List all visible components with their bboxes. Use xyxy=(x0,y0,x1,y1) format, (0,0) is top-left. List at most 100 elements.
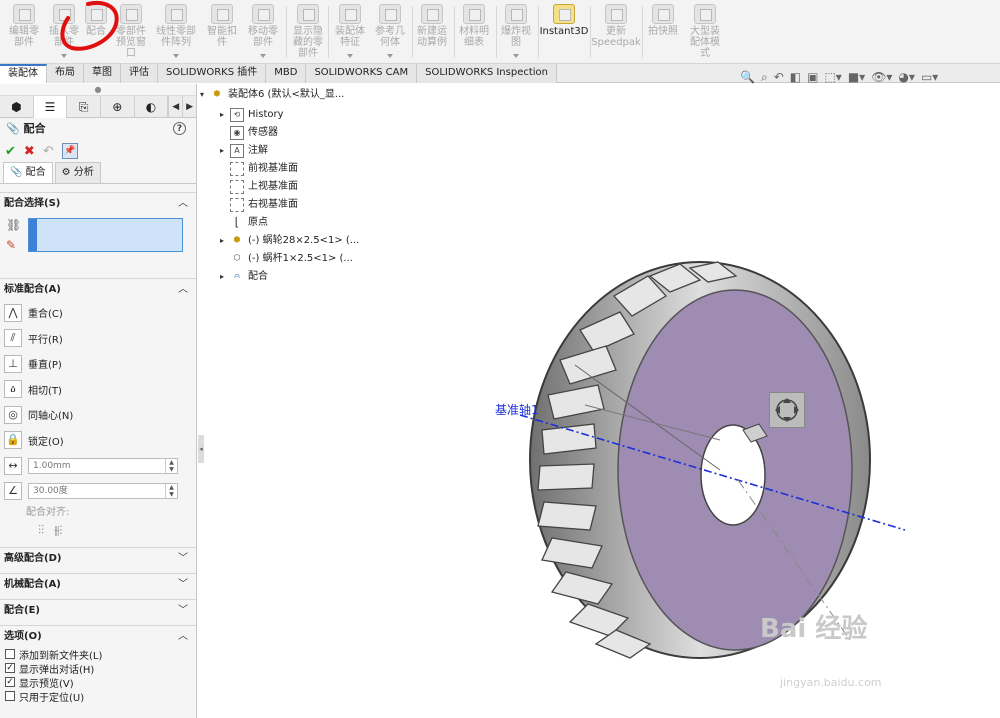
instant3d-button[interactable]: Instant3D xyxy=(538,4,590,60)
cancel-x-icon[interactable]: ✖ xyxy=(24,144,35,159)
previous-view-icon[interactable]: ↶ xyxy=(774,70,784,84)
distance-spinner-icon[interactable]: ▲ ▼ xyxy=(165,458,177,473)
section-view-icon[interactable]: ◧ xyxy=(790,70,801,84)
tree-expand-icon[interactable]: ▸ xyxy=(220,232,230,250)
tree-item-mates-label: 配合 xyxy=(248,271,268,282)
move-component-button[interactable]: 移动零 部件 xyxy=(242,4,284,60)
bill-of-materials-button[interactable]: 材料明 细表 xyxy=(454,4,494,60)
new-motion-study-button[interactable]: 新建运 动算例 xyxy=(412,4,452,60)
large-assembly-label: 大型装 配体模 式 xyxy=(690,26,720,59)
worm-gear-model[interactable] xyxy=(529,261,871,659)
edit-component-button[interactable]: 编辑零 部件 xyxy=(2,4,46,60)
section-mechanical-mates[interactable]: 机械配合(A) ﹀ xyxy=(0,573,196,595)
assembly-features-button[interactable]: 装配体 特征 xyxy=(330,4,370,60)
tree-item-annotations[interactable]: ▸ A 注解 xyxy=(220,142,268,160)
move-handle-icon[interactable] xyxy=(769,392,805,428)
tab-mbd[interactable]: MBD xyxy=(266,64,307,83)
update-speedpak-button[interactable]: 更新 Speedpak xyxy=(590,4,642,60)
mate-button[interactable]: 配合 xyxy=(80,4,112,60)
tree-item-right-plane[interactable]: 右视基准面 xyxy=(220,196,298,214)
tree-expand-icon[interactable]: ▸ xyxy=(220,268,230,286)
dynamic-annotation-icon[interactable]: ▣ xyxy=(807,70,818,84)
section-advanced-mates[interactable]: 高级配合(D) ﹀ xyxy=(0,547,196,569)
pin-icon[interactable]: 📌 xyxy=(61,143,78,159)
section-options[interactable]: 选项(O) ︿ xyxy=(0,625,196,647)
tab-cam[interactable]: SOLIDWORKS CAM xyxy=(306,64,418,83)
tab-sketch[interactable]: 草图 xyxy=(84,64,121,83)
option-show-popup-dialog[interactable]: ✓ 显示弹出对话(H) xyxy=(0,661,196,676)
mate-coincident[interactable]: ⋀ 重合(C) xyxy=(0,300,196,326)
tab-evaluate[interactable]: 评估 xyxy=(121,64,158,83)
display-style-icon[interactable]: ■▾ xyxy=(848,70,865,84)
checkbox-unchecked[interactable] xyxy=(5,649,15,659)
entities-to-mate-list[interactable] xyxy=(28,218,183,252)
option-add-to-new-folder[interactable]: 添加到新文件夹(L) xyxy=(0,647,196,662)
mate-tangent[interactable]: ዕ 相切(T) xyxy=(0,377,196,403)
edit-appearance-icon[interactable]: ◕▾ xyxy=(898,70,915,84)
view-orientation-icon[interactable]: ⬚▾ xyxy=(824,70,841,84)
tree-item-worm[interactable]: ⬡ (-) 蜗杆1×2.5<1> (... xyxy=(220,250,353,268)
large-assembly-mode-button[interactable]: 大型装 配体模 式 xyxy=(684,4,726,60)
ok-checkmark-icon[interactable]: ✔ xyxy=(5,144,16,159)
tab-assembly[interactable]: 装配体 xyxy=(0,64,47,83)
tree-item-worm-gear[interactable]: ▸ ⬢ (-) 蜗轮28×2.5<1> (... xyxy=(220,232,359,250)
insert-component-button[interactable]: 插入零 部件 xyxy=(44,4,84,60)
exploded-view-button[interactable]: 爆炸视 图 xyxy=(496,4,536,60)
reference-axis-label[interactable]: 基准轴1 xyxy=(495,401,539,418)
reference-geometry-button[interactable]: 参考几 何体 xyxy=(370,4,410,60)
section-mates[interactable]: 配合(E) ﹀ xyxy=(0,599,196,621)
feature-manager-tab-icon[interactable]: ⬢ xyxy=(0,96,34,118)
aligned-icon[interactable]: ⫶⫶ xyxy=(38,523,44,547)
checkbox-unchecked[interactable] xyxy=(5,691,15,701)
subtab-analysis[interactable]: ⚙ 分析 xyxy=(54,162,101,183)
tree-item-front-plane[interactable]: 前视基准面 xyxy=(220,160,298,178)
tree-item-top-plane[interactable]: 上视基准面 xyxy=(220,178,298,196)
distance-input[interactable]: 1.00mm ▲ ▼ xyxy=(28,457,178,474)
property-manager-tab-icon[interactable]: ☰ xyxy=(33,96,68,118)
tree-item-history[interactable]: ▸ ⟲ History xyxy=(220,106,284,124)
section-standard-mates[interactable]: 标准配合(A) ︿ xyxy=(0,278,196,300)
checkbox-checked[interactable]: ✓ xyxy=(5,663,15,673)
mate-lock[interactable]: 🔒 锁定(O) xyxy=(0,428,196,454)
mate-perpendicular[interactable]: ⊥ 垂直(P) xyxy=(0,351,196,377)
take-snapshot-button[interactable]: 拍快照 xyxy=(642,4,684,60)
mate-concentric[interactable]: ◎ 同轴心(N) xyxy=(0,402,196,428)
tab-layout[interactable]: 布局 xyxy=(47,64,84,83)
mate-parallel[interactable]: ⫽ 平行(R) xyxy=(0,326,196,352)
help-icon[interactable]: ? xyxy=(173,122,186,135)
tree-expand-icon[interactable]: ▸ xyxy=(220,142,230,160)
smart-fasteners-button[interactable]: 智能扣 件 xyxy=(202,4,242,60)
tab-addins[interactable]: SOLIDWORKS 插件 xyxy=(158,64,267,83)
zoom-to-fit-icon[interactable]: 🔍 xyxy=(740,70,755,84)
tree-item-origin[interactable]: ⌊ 原点 xyxy=(220,214,268,232)
tree-item-mates[interactable]: ▸ ⩀ 配合 xyxy=(220,268,268,286)
angle-spinner-icon[interactable]: ▲ ▼ xyxy=(165,483,177,498)
tree-expand-icon[interactable]: ▾ xyxy=(200,86,210,104)
show-hidden-components-button[interactable]: 显示隐 藏的零 部件 xyxy=(288,4,328,60)
angle-input[interactable]: 30.00度 ▲ ▼ xyxy=(28,482,178,499)
tab-inspection[interactable]: SOLIDWORKS Inspection xyxy=(417,64,558,83)
subtab-mates[interactable]: 📎 配合 xyxy=(3,162,53,183)
section-mate-selections[interactable]: 配合选择(S) ︿ xyxy=(0,192,196,214)
tree-item-sensors[interactable]: ◉ 传感器 xyxy=(220,124,278,142)
option-use-for-positioning-only[interactable]: 只用于定位(U) xyxy=(0,689,196,704)
anti-aligned-icon[interactable]: ⫵⫶ xyxy=(54,523,63,547)
selection-filter-icon[interactable]: ✎ xyxy=(6,238,24,256)
dimxpert-tab-icon[interactable]: ⊕ xyxy=(101,96,135,118)
option-show-preview[interactable]: ✓ 显示预览(V) xyxy=(0,675,196,690)
tree-root-assembly[interactable]: ▾ ⬢ 装配体6 (默认<默认_显... xyxy=(200,86,344,104)
tab-scroll-left-icon[interactable]: ◀ xyxy=(168,96,182,118)
tab-scroll-right-icon[interactable]: ▶ xyxy=(182,96,196,118)
checkbox-checked[interactable]: ✓ xyxy=(5,677,15,687)
undo-icon[interactable]: ↶ xyxy=(43,144,54,159)
display-manager-tab-icon[interactable]: ◐ xyxy=(135,96,169,118)
apply-scene-icon[interactable]: ▭▾ xyxy=(921,70,938,84)
hide-show-items-icon[interactable]: 👁▾ xyxy=(871,70,892,84)
zoom-to-area-icon[interactable]: ⌕ xyxy=(761,70,768,85)
panel-grip[interactable]: ● xyxy=(0,84,196,96)
component-preview-window-button[interactable]: 零部件 预览窗 口 xyxy=(110,4,152,60)
tree-expand-icon[interactable]: ▸ xyxy=(220,106,230,124)
linear-pattern-button[interactable]: 线性零部 件阵列 xyxy=(150,4,202,60)
chevron-down-icon xyxy=(61,54,67,58)
configuration-manager-tab-icon[interactable]: ⎘ xyxy=(67,96,101,118)
